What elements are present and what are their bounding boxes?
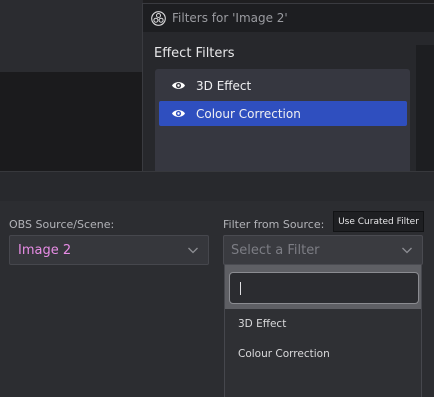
- filter-item-label: Colour Correction: [196, 106, 301, 121]
- filter-item-label: 3D Effect: [196, 78, 252, 93]
- eye-icon[interactable]: [171, 106, 186, 121]
- dropdown-option-3d-effect[interactable]: 3D Effect: [238, 318, 286, 330]
- dropdown-search-row: [225, 265, 421, 309]
- filter-dropdown: 3D Effect Colour Correction: [224, 265, 422, 397]
- filter-label: Filter from Source:: [223, 218, 325, 231]
- obs-logo-icon: [151, 10, 166, 26]
- effect-filters-heading: Effect Filters: [154, 46, 235, 61]
- effect-filter-list: 3D Effect Colour Correction: [155, 69, 410, 176]
- chevron-down-icon: [401, 245, 413, 255]
- source-value: Image 2: [18, 242, 72, 258]
- filter-placeholder: Select a Filter: [231, 242, 320, 258]
- source-select[interactable]: Image 2: [9, 235, 209, 265]
- source-label: OBS Source/Scene:: [9, 218, 115, 231]
- filter-properties-panel: [416, 45, 434, 176]
- use-curated-filter-tooltip: Use Curated Filter: [333, 211, 424, 232]
- background-panel-top: [0, 0, 143, 72]
- filter-select[interactable]: Select a Filter: [223, 235, 423, 265]
- filter-item-3d-effect[interactable]: 3D Effect: [159, 73, 407, 98]
- dropdown-option-colour-correction[interactable]: Colour Correction: [238, 348, 330, 360]
- dialog-header-bar: [0, 171, 434, 201]
- chevron-down-icon: [187, 245, 199, 255]
- filters-window: Filters for 'Image 2' Effect Filters 3D …: [142, 3, 434, 176]
- filters-titlebar[interactable]: Filters for 'Image 2': [143, 4, 434, 32]
- filter-item-colour-correction[interactable]: Colour Correction: [159, 101, 407, 126]
- dropdown-search-input[interactable]: [229, 272, 419, 304]
- background-panel: [0, 72, 143, 172]
- window-title: Filters for 'Image 2': [172, 11, 288, 25]
- eye-icon[interactable]: [171, 78, 186, 93]
